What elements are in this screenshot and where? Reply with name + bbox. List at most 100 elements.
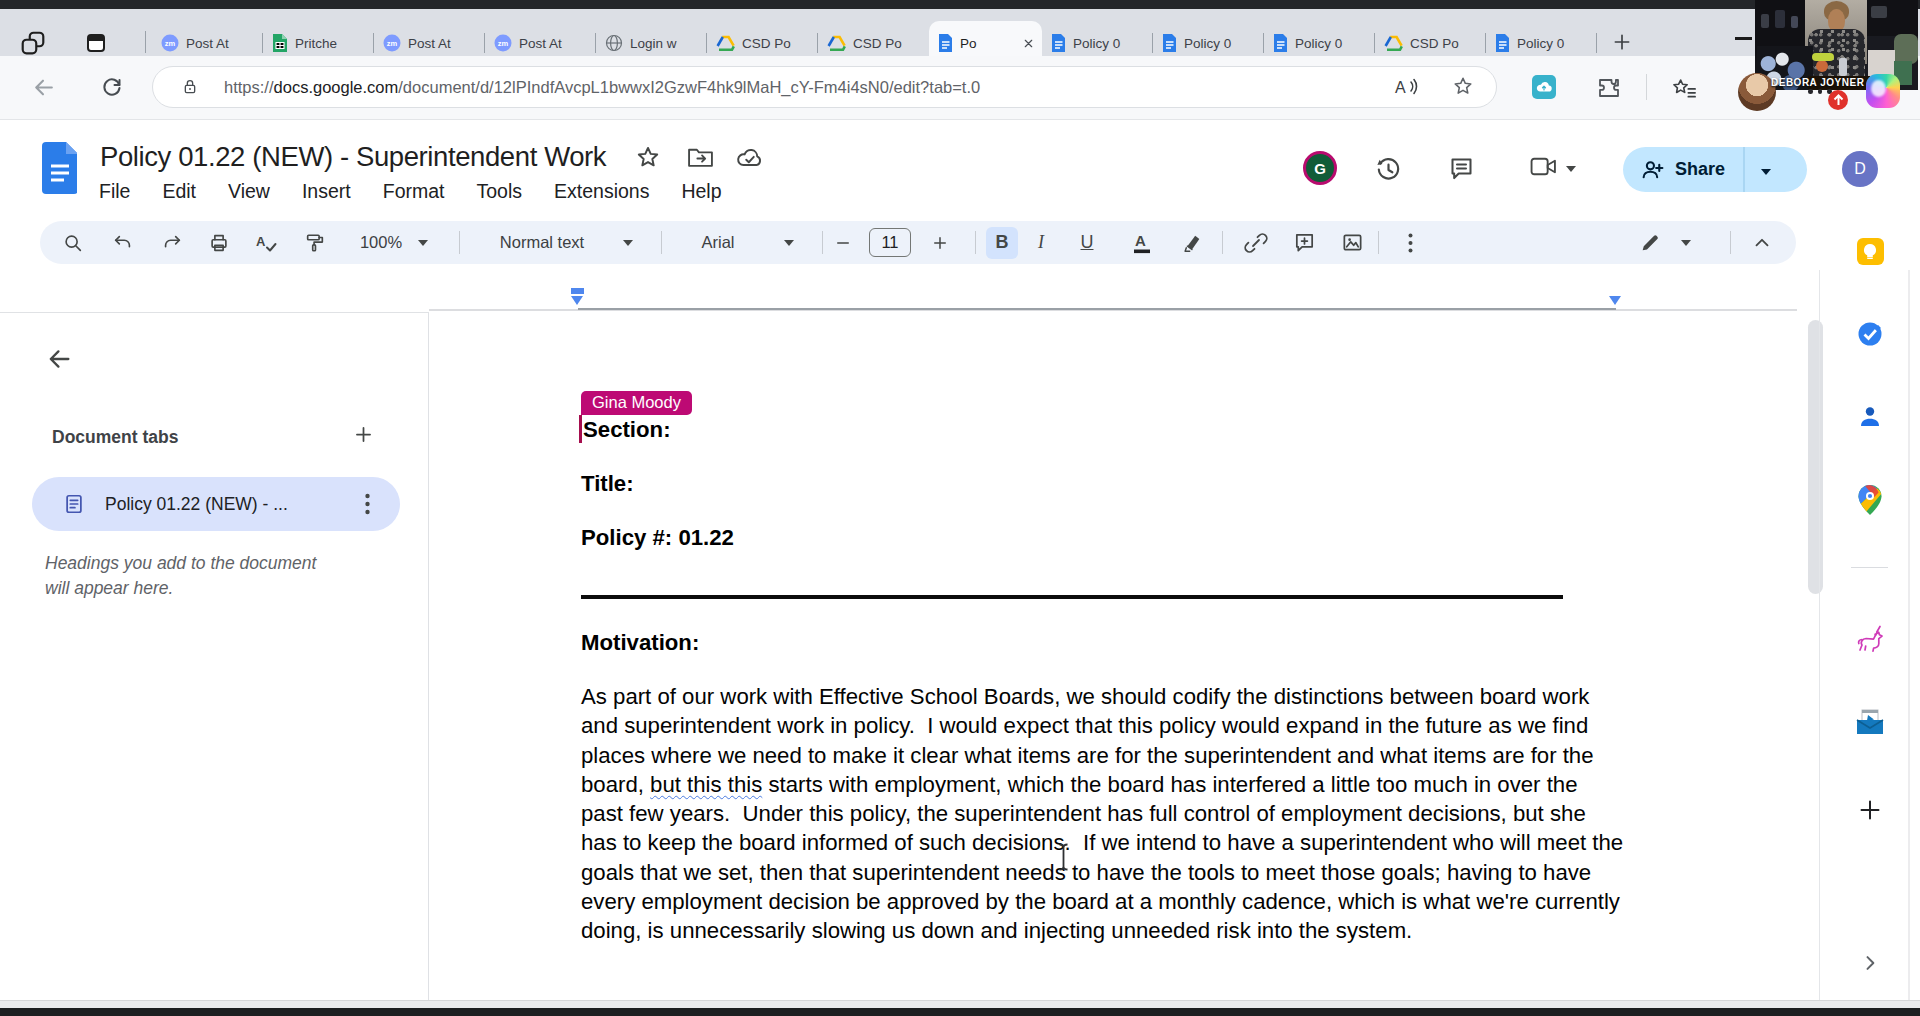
url-text[interactable]: https://docs.google.com/document/d/12lPI… (224, 78, 980, 97)
dropdown-caret[interactable] (784, 221, 794, 264)
star-document-icon[interactable] (635, 144, 661, 170)
mailmerge-addon-icon[interactable] (1852, 708, 1888, 736)
menu-help[interactable]: Help (681, 180, 721, 203)
document-tab-item[interactable]: Policy 01.22 (NEW) - ... (32, 477, 400, 531)
share-dropdown-caret[interactable] (1761, 161, 1771, 179)
collapse-toolbar-icon[interactable] (1742, 221, 1782, 264)
paragraph-line: past few years. Under this policy, the s… (581, 799, 1623, 828)
share-button[interactable]: Share (1623, 147, 1807, 192)
add-document-tab-icon[interactable] (353, 424, 374, 445)
tab-title: Pritche (295, 36, 374, 51)
left-indent-marker[interactable] (571, 296, 583, 305)
unicorn-addon-icon[interactable] (1852, 624, 1888, 654)
search-icon[interactable] (53, 221, 93, 264)
underline-button[interactable]: U (1067, 221, 1107, 264)
font-size-input[interactable]: 11 (867, 221, 913, 264)
toolbar-divider (459, 231, 460, 254)
text-color-button[interactable]: A (1122, 221, 1162, 264)
read-aloud-icon[interactable]: A (1394, 76, 1420, 98)
menu-insert[interactable]: Insert (302, 180, 351, 203)
close-panel-back-icon[interactable] (45, 345, 73, 373)
redo-icon[interactable] (152, 221, 192, 264)
italic-button[interactable]: I (1021, 221, 1061, 264)
document-canvas[interactable]: Gina Moody Section: Title: Policy #: 01.… (430, 312, 1810, 1001)
menu-file[interactable]: File (99, 180, 130, 203)
print-icon[interactable] (199, 221, 239, 264)
heading-policy-number[interactable]: Policy #: 01.22 (581, 525, 734, 551)
favorites-bar-icon[interactable] (1672, 76, 1697, 101)
extension-cloud-icon[interactable] (1532, 75, 1556, 99)
show-side-panel-icon[interactable] (1860, 953, 1880, 973)
styles-select[interactable]: Normal text (482, 221, 602, 264)
editing-mode-icon[interactable] (1630, 221, 1670, 264)
insert-link-icon[interactable] (1236, 221, 1276, 264)
insert-image-icon[interactable] (1332, 221, 1372, 264)
move-to-folder-icon[interactable] (687, 145, 714, 169)
new-tab-button[interactable] (1612, 32, 1632, 52)
dropdown-caret[interactable] (418, 221, 428, 264)
menu-tools[interactable]: Tools (477, 180, 523, 203)
vertical-scrollbar[interactable] (1808, 320, 1823, 594)
paragraph-line: has to keep the board informed of such d… (581, 828, 1623, 857)
version-history-icon[interactable] (1374, 155, 1403, 184)
comments-icon[interactable] (1448, 155, 1475, 182)
meeting-raise-indicator[interactable] (1828, 90, 1848, 110)
bold-button[interactable]: B (982, 221, 1022, 264)
add-comment-icon[interactable] (1284, 221, 1324, 264)
globe-favicon (605, 34, 623, 52)
docs-favicon (1051, 34, 1066, 52)
extensions-puzzle-icon[interactable] (1597, 76, 1621, 100)
paragraph-line: every employment decision be approved by… (581, 887, 1623, 916)
keep-icon[interactable] (1852, 238, 1888, 265)
back-button[interactable] (31, 75, 56, 100)
workspaces-icon[interactable] (20, 30, 46, 56)
grammar-suggestion[interactable]: but this this (650, 772, 762, 797)
favorite-star-icon[interactable] (1452, 75, 1474, 97)
google-docs-logo[interactable] (42, 142, 77, 194)
close-tab-icon[interactable] (1023, 38, 1034, 49)
minimize-button[interactable] (1735, 37, 1752, 40)
video-call-icon[interactable] (1530, 156, 1576, 177)
drive-favicon (827, 35, 846, 52)
paragraph-line: As part of our work with Effective Schoo… (581, 682, 1623, 711)
decrease-font-icon[interactable] (823, 221, 863, 264)
font-select[interactable]: Arial (658, 221, 778, 264)
heading-title[interactable]: Title: (581, 471, 634, 497)
heading-section[interactable]: Section: (583, 417, 671, 443)
contacts-icon[interactable] (1852, 403, 1888, 431)
address-bar[interactable]: https://docs.google.com/document/d/12lPI… (152, 66, 1497, 108)
dropdown-caret[interactable] (1681, 221, 1691, 264)
zoom-favicon: zm (161, 34, 179, 52)
lock-icon[interactable] (182, 78, 198, 96)
document-title[interactable]: Policy 01.22 (NEW) - Superintendent Work (100, 141, 606, 173)
body-paragraph[interactable]: As part of our work with Effective Schoo… (581, 682, 1623, 946)
menu-view[interactable]: View (228, 180, 270, 203)
sheets-favicon (272, 34, 288, 52)
first-line-indent-marker[interactable] (571, 288, 584, 294)
collaborator-avatar[interactable]: G (1303, 151, 1337, 185)
tab-options-icon[interactable] (365, 493, 370, 515)
refresh-button[interactable] (100, 75, 124, 99)
tasks-icon[interactable] (1852, 320, 1888, 348)
menu-edit[interactable]: Edit (162, 180, 196, 203)
zoom-favicon: zm (383, 34, 401, 52)
side-panel-divider (1819, 270, 1820, 1000)
tab-title: Post At (186, 36, 263, 51)
account-avatar[interactable]: D (1842, 151, 1878, 187)
spellcheck-icon[interactable]: A (246, 221, 286, 264)
right-indent-marker[interactable] (1609, 296, 1621, 305)
document-status-cloud-icon (736, 146, 764, 168)
highlight-color-button[interactable] (1172, 221, 1212, 264)
increase-font-icon[interactable] (920, 221, 960, 264)
undo-icon[interactable] (103, 221, 143, 264)
tab-actions-icon[interactable] (84, 31, 108, 55)
tab-title: Policy 0 (1517, 36, 1597, 51)
more-options-icon[interactable] (1390, 221, 1430, 264)
paragraph-line: doing, is unnecessarily slowing us down … (581, 916, 1623, 945)
menu-format[interactable]: Format (383, 180, 445, 203)
get-addons-icon[interactable] (1852, 798, 1888, 822)
heading-motivation[interactable]: Motivation: (581, 630, 699, 656)
maps-icon[interactable] (1852, 485, 1888, 515)
menu-extensions[interactable]: Extensions (554, 180, 649, 203)
dropdown-caret[interactable] (623, 221, 633, 264)
